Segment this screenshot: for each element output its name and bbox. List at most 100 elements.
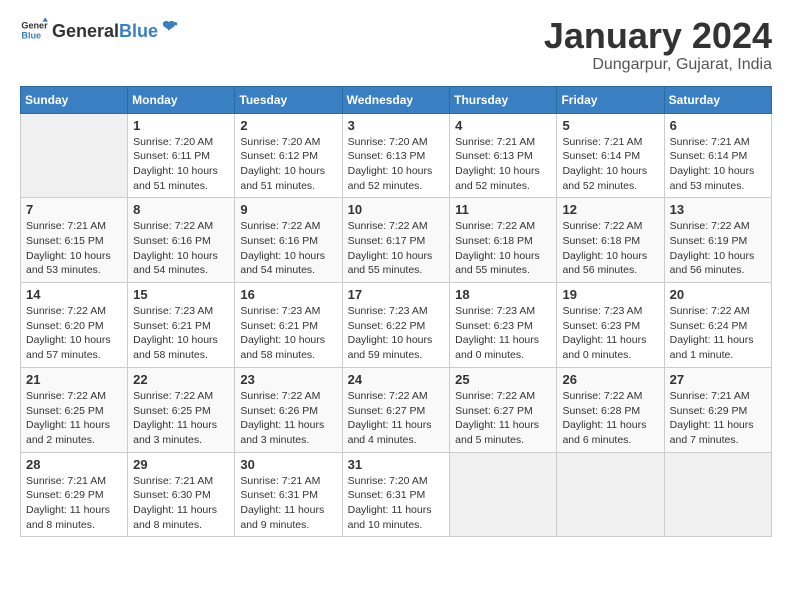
day-info: Sunrise: 7:22 AM Sunset: 6:19 PM Dayligh… [670, 219, 766, 278]
day-number: 26 [562, 372, 658, 387]
day-number: 19 [562, 287, 658, 302]
logo-blue-text: Blue [119, 21, 158, 42]
calendar-body: 1Sunrise: 7:20 AM Sunset: 6:11 PM Daylig… [21, 113, 772, 537]
svg-text:General: General [21, 21, 48, 31]
day-info: Sunrise: 7:20 AM Sunset: 6:12 PM Dayligh… [240, 135, 336, 194]
calendar-header-wednesday: Wednesday [342, 86, 450, 113]
day-info: Sunrise: 7:20 AM Sunset: 6:13 PM Dayligh… [348, 135, 445, 194]
calendar-cell: 2Sunrise: 7:20 AM Sunset: 6:12 PM Daylig… [235, 113, 342, 198]
calendar-header-sunday: Sunday [21, 86, 128, 113]
calendar-header-tuesday: Tuesday [235, 86, 342, 113]
calendar-cell [664, 452, 771, 537]
svg-text:Blue: Blue [21, 30, 41, 40]
day-info: Sunrise: 7:23 AM Sunset: 6:22 PM Dayligh… [348, 304, 445, 363]
calendar-cell: 27 Sunrise: 7:21 AM Sunset: 6:29 PM Dayli… [664, 367, 771, 452]
day-number: 14 [26, 287, 122, 302]
calendar-table: SundayMondayTuesdayWednesdayThursdayFrid… [20, 86, 772, 538]
calendar-cell: 24 Sunrise: 7:22 AM Sunset: 6:27 PM Dayli… [342, 367, 450, 452]
day-info: Sunrise: 7:21 AM Sunset: 6:14 PM Dayligh… [562, 135, 658, 194]
day-info: Sunrise: 7:20 AM Sunset: 6:11 PM Dayligh… [133, 135, 229, 194]
day-info: Sunrise: 7:22 AM Sunset: 6:25 PM Dayligh… [26, 389, 122, 448]
day-info: Sunrise: 7:22 AM Sunset: 6:16 PM Dayligh… [133, 219, 229, 278]
calendar-week-4: 21Sunrise: 7:22 AM Sunset: 6:25 PM Dayli… [21, 367, 772, 452]
day-number: 31 [348, 457, 445, 472]
day-info: Sunrise: 7:23 AM Sunset: 6:21 PM Dayligh… [133, 304, 229, 363]
calendar-cell: 10 Sunrise: 7:22 AM Sunset: 6:17 PM Dayli… [342, 198, 450, 283]
calendar-cell: 17Sunrise: 7:23 AM Sunset: 6:22 PM Dayli… [342, 283, 450, 368]
day-number: 6 [670, 118, 766, 133]
day-number: 27 [670, 372, 766, 387]
calendar-week-5: 28Sunrise: 7:21 AM Sunset: 6:29 PM Dayli… [21, 452, 772, 537]
day-info: Sunrise: 7:22 AM Sunset: 6:20 PM Dayligh… [26, 304, 122, 363]
day-number: 22 [133, 372, 229, 387]
day-number: 7 [26, 202, 122, 217]
day-info: Sunrise: 7:21 AM Sunset: 6:29 PM Dayligh… [670, 389, 766, 448]
day-info: Sunrise: 7:22 AM Sunset: 6:25 PM Dayligh… [133, 389, 229, 448]
day-info: Sunrise: 7:23 AM Sunset: 6:23 PM Dayligh… [562, 304, 658, 363]
calendar-cell: 12Sunrise: 7:22 AM Sunset: 6:18 PM Dayli… [557, 198, 664, 283]
page-title: January 2024 [544, 16, 772, 56]
day-number: 13 [670, 202, 766, 217]
calendar-cell: 15 Sunrise: 7:23 AM Sunset: 6:21 PM Dayli… [128, 283, 235, 368]
calendar-cell: 28Sunrise: 7:21 AM Sunset: 6:29 PM Dayli… [21, 452, 128, 537]
calendar-cell: 4Sunrise: 7:21 AM Sunset: 6:13 PM Daylig… [450, 113, 557, 198]
calendar-cell: 5 Sunrise: 7:21 AM Sunset: 6:14 PM Daylig… [557, 113, 664, 198]
calendar-cell [21, 113, 128, 198]
calendar-cell: 1Sunrise: 7:20 AM Sunset: 6:11 PM Daylig… [128, 113, 235, 198]
day-number: 5 [562, 118, 658, 133]
calendar-header-monday: Monday [128, 86, 235, 113]
calendar-cell: 26 Sunrise: 7:22 AM Sunset: 6:28 PM Dayli… [557, 367, 664, 452]
day-info: Sunrise: 7:22 AM Sunset: 6:17 PM Dayligh… [348, 219, 445, 278]
day-info: Sunrise: 7:22 AM Sunset: 6:16 PM Dayligh… [240, 219, 336, 278]
calendar-week-3: 14 Sunrise: 7:22 AM Sunset: 6:20 PM Dayli… [21, 283, 772, 368]
calendar-cell [450, 452, 557, 537]
day-info: Sunrise: 7:22 AM Sunset: 6:24 PM Dayligh… [670, 304, 766, 363]
calendar-cell: 19 Sunrise: 7:23 AM Sunset: 6:23 PM Dayli… [557, 283, 664, 368]
calendar-header-saturday: Saturday [664, 86, 771, 113]
calendar-cell: 11 Sunrise: 7:22 AM Sunset: 6:18 PM Dayli… [450, 198, 557, 283]
day-info: Sunrise: 7:20 AM Sunset: 6:31 PM Dayligh… [348, 474, 445, 533]
calendar-cell: 20 Sunrise: 7:22 AM Sunset: 6:24 PM Dayli… [664, 283, 771, 368]
day-info: Sunrise: 7:22 AM Sunset: 6:27 PM Dayligh… [348, 389, 445, 448]
day-number: 20 [670, 287, 766, 302]
day-number: 4 [455, 118, 551, 133]
calendar-cell: 8 Sunrise: 7:22 AM Sunset: 6:16 PM Daylig… [128, 198, 235, 283]
day-number: 25 [455, 372, 551, 387]
logo-icon: General Blue [20, 16, 48, 44]
day-info: Sunrise: 7:21 AM Sunset: 6:30 PM Dayligh… [133, 474, 229, 533]
calendar-cell: 13 Sunrise: 7:22 AM Sunset: 6:19 PM Dayli… [664, 198, 771, 283]
calendar-header-friday: Friday [557, 86, 664, 113]
day-number: 9 [240, 202, 336, 217]
day-info: Sunrise: 7:22 AM Sunset: 6:27 PM Dayligh… [455, 389, 551, 448]
calendar-cell [557, 452, 664, 537]
day-info: Sunrise: 7:22 AM Sunset: 6:26 PM Dayligh… [240, 389, 336, 448]
calendar-cell: 29Sunrise: 7:21 AM Sunset: 6:30 PM Dayli… [128, 452, 235, 537]
day-number: 28 [26, 457, 122, 472]
calendar-cell: 7Sunrise: 7:21 AM Sunset: 6:15 PM Daylig… [21, 198, 128, 283]
calendar-cell: 31 Sunrise: 7:20 AM Sunset: 6:31 PM Dayli… [342, 452, 450, 537]
calendar-cell: 21Sunrise: 7:22 AM Sunset: 6:25 PM Dayli… [21, 367, 128, 452]
day-info: Sunrise: 7:22 AM Sunset: 6:28 PM Dayligh… [562, 389, 658, 448]
day-number: 12 [562, 202, 658, 217]
day-number: 8 [133, 202, 229, 217]
calendar-cell: 23Sunrise: 7:22 AM Sunset: 6:26 PM Dayli… [235, 367, 342, 452]
day-info: Sunrise: 7:23 AM Sunset: 6:21 PM Dayligh… [240, 304, 336, 363]
calendar-cell: 30Sunrise: 7:21 AM Sunset: 6:31 PM Dayli… [235, 452, 342, 537]
day-number: 18 [455, 287, 551, 302]
day-info: Sunrise: 7:21 AM Sunset: 6:14 PM Dayligh… [670, 135, 766, 194]
day-info: Sunrise: 7:22 AM Sunset: 6:18 PM Dayligh… [455, 219, 551, 278]
day-number: 11 [455, 202, 551, 217]
calendar-header-row: SundayMondayTuesdayWednesdayThursdayFrid… [21, 86, 772, 113]
logo-general-text: General [52, 21, 119, 42]
calendar-week-1: 1Sunrise: 7:20 AM Sunset: 6:11 PM Daylig… [21, 113, 772, 198]
day-number: 3 [348, 118, 445, 133]
day-number: 16 [240, 287, 336, 302]
calendar-cell: 22 Sunrise: 7:22 AM Sunset: 6:25 PM Dayli… [128, 367, 235, 452]
logo-bird-icon [160, 19, 178, 37]
page-header: General Blue General Blue January 2024 D… [20, 16, 772, 74]
title-area: January 2024 Dungarpur, Gujarat, India [544, 16, 772, 74]
day-number: 24 [348, 372, 445, 387]
page-subtitle: Dungarpur, Gujarat, India [544, 56, 772, 74]
day-number: 15 [133, 287, 229, 302]
day-number: 10 [348, 202, 445, 217]
